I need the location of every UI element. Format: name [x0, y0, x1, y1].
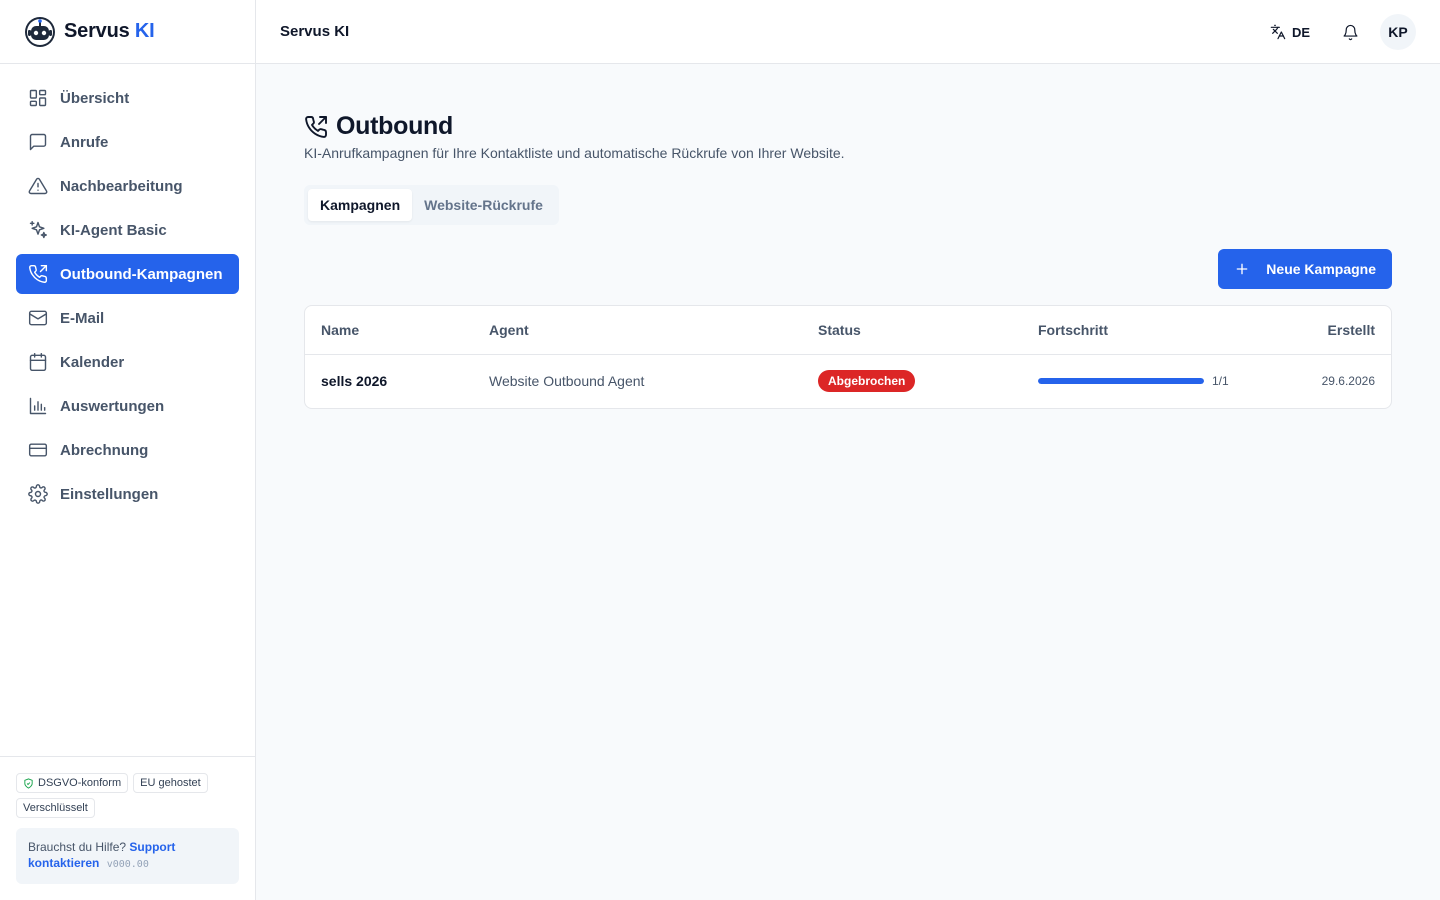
credit-card-icon [28, 443, 48, 457]
main-content: Outbound KI-Anrufkampagnen für Ihre Kont… [304, 112, 1392, 409]
campaign-created: 29.6.2026 [1321, 374, 1375, 389]
phone-outgoing-icon [305, 115, 327, 138]
sidebar-item-label: Kalender [60, 353, 125, 371]
campaign-name[interactable]: sells 2026 [305, 354, 473, 408]
column-header-name[interactable]: Name [305, 306, 473, 355]
sparkles-icon [29, 220, 48, 239]
badge-dsgvo: DSGVO-konform [16, 773, 129, 793]
header-actions: DE KP [1260, 14, 1416, 50]
page-title: Outbound [336, 112, 453, 140]
sidebar-item-label: Nachbearbeitung [60, 177, 183, 195]
sidebar-item-email[interactable]: E-Mail [16, 298, 239, 338]
progress-bar [1038, 378, 1204, 385]
page-subtitle: KI-Anrufkampagnen für Ihre Kontaktliste … [304, 145, 845, 161]
version-label: v000.00 [106, 859, 149, 870]
phone-outgoing-icon [29, 264, 48, 283]
sidebar-item-ki-agent[interactable]: KI-Agent Basic [16, 210, 239, 250]
sidebar-nav: Übersicht Anrufe Nachbearbeitung KI-Agen… [0, 64, 255, 514]
sidebar-item-label: Auswertungen [60, 397, 165, 415]
gear-icon [28, 484, 48, 504]
grid-icon [29, 89, 47, 107]
bell-icon [1343, 24, 1357, 40]
language-label: DE [1291, 24, 1310, 40]
progress: 1/1 [1038, 374, 1273, 388]
badge-encrypted: Verschlüsselt [16, 798, 95, 818]
brand-name: Servus KI [64, 20, 155, 42]
help-box: Brauchst du Hilfe? Support kontaktieren … [16, 828, 239, 884]
table-row[interactable]: sells 2026 Website Outbound Agent Abgebr… [305, 354, 1391, 408]
new-campaign-button[interactable]: Neue Kampagne [1218, 249, 1392, 289]
campaign-status-cell: Abgebrochen [802, 354, 1022, 408]
robot-logo-icon [25, 16, 55, 47]
toolbar: Neue Kampagne [304, 249, 1392, 289]
sidebar-footer: DSGVO-konform EU gehostet Verschlüsselt … [0, 756, 255, 900]
sidebar-item-auswertungen[interactable]: Auswertungen [16, 386, 239, 426]
sidebar-item-label: Outbound-Kampagnen [60, 265, 223, 283]
tab-kampagnen[interactable]: Kampagnen [308, 189, 413, 221]
badge-eu-hosted: EU gehostet [133, 773, 208, 793]
header-title: Servus KI [280, 23, 350, 40]
sidebar-item-uebersicht[interactable]: Übersicht [16, 78, 239, 118]
sidebar-item-abrechnung[interactable]: Abrechnung [16, 430, 239, 470]
avatar[interactable]: KP [1380, 14, 1416, 50]
warning-icon [28, 177, 48, 195]
table-header-row: Name Agent Status Fortschritt Erstellt [305, 306, 1391, 355]
help-text: Brauchst du Hilfe? [28, 840, 127, 854]
page-heading: Outbound [304, 112, 1392, 141]
sidebar-item-label: Abrechnung [60, 441, 149, 459]
progress-text: 1/1 [1212, 374, 1229, 389]
sidebar-item-label: Einstellungen [60, 485, 159, 503]
sidebar-item-kalender[interactable]: Kalender [16, 342, 239, 382]
status-badge: Abgebrochen [818, 370, 916, 393]
message-icon [29, 133, 47, 151]
sidebar-item-label: Anrufe [60, 133, 109, 151]
sidebar-item-einstellungen[interactable]: Einstellungen [16, 474, 239, 514]
brand[interactable]: Servus KI [0, 0, 255, 64]
sidebar-item-outbound-kampagnen[interactable]: Outbound-Kampagnen [16, 254, 239, 294]
tab-list: Kampagnen Website-Rückrufe [304, 185, 559, 225]
column-header-created[interactable]: Erstellt [1288, 306, 1391, 355]
sidebar-item-label: KI-Agent Basic [60, 221, 167, 239]
column-header-status[interactable]: Status [802, 306, 1022, 355]
sidebar-item-anrufe[interactable]: Anrufe [16, 122, 239, 162]
shield-check-icon [24, 777, 33, 789]
mail-icon [28, 310, 48, 326]
sidebar-item-label: E-Mail [60, 309, 105, 327]
translate-icon [1270, 24, 1286, 40]
campaign-progress-cell: 1/1 [1022, 354, 1289, 408]
campaign-agent: Website Outbound Agent [489, 373, 645, 390]
top-header: Servus KI DE KP [256, 0, 1440, 64]
column-header-agent[interactable]: Agent [473, 306, 802, 355]
bar-chart-icon [29, 397, 47, 415]
column-header-progress[interactable]: Fortschritt [1022, 306, 1289, 355]
trust-badges: DSGVO-konform EU gehostet Verschlüsselt [16, 773, 239, 818]
calendar-icon [29, 352, 47, 372]
progress-bar-fill [1038, 378, 1204, 385]
plus-icon [1236, 263, 1248, 275]
sidebar: Servus KI Übersicht Anrufe Nachbearbeitu… [0, 0, 256, 900]
tab-website-rueckrufe[interactable]: Website-Rückrufe [412, 189, 555, 221]
language-switcher[interactable]: DE [1260, 14, 1320, 50]
campaigns-table: Name Agent Status Fortschritt Erstellt s… [304, 305, 1392, 409]
notifications-button[interactable] [1332, 14, 1368, 50]
sidebar-item-label: Übersicht [60, 89, 130, 107]
sidebar-item-nachbearbeitung[interactable]: Nachbearbeitung [16, 166, 239, 206]
